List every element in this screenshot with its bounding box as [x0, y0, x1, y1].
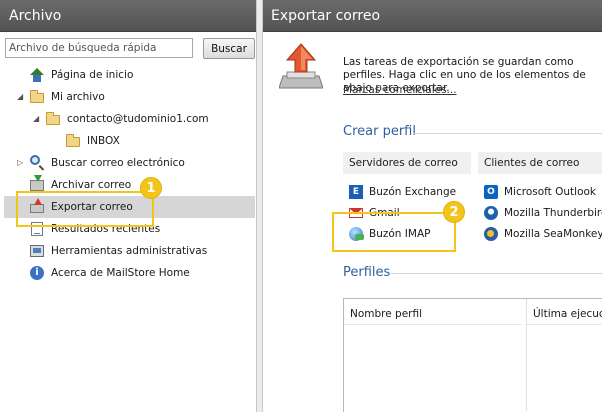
home-icon — [29, 67, 45, 83]
search-icon — [29, 155, 45, 171]
tools-icon — [29, 243, 45, 259]
option-label: Buzón Exchange — [369, 186, 457, 198]
tree-item-my-archive[interactable]: ◢ Mi archivo — [17, 86, 255, 108]
mail-servers-header: Servidores de correo — [343, 152, 471, 174]
exchange-mailbox-option[interactable]: E Buzón Exchange — [348, 182, 456, 202]
expanded-caret-icon[interactable]: ◢ — [17, 93, 29, 101]
folder-icon — [65, 133, 81, 149]
option-label: Microsoft Outlook — [504, 186, 597, 198]
seamonkey-icon — [483, 226, 499, 242]
profiles-title: Perfiles — [343, 265, 391, 280]
export-pane-title: Exportar correo — [263, 0, 602, 32]
tree-item-label: Archivar correo — [51, 179, 132, 191]
seamonkey-option[interactable]: Mozilla SeaMonkey — [483, 224, 602, 244]
exchange-icon: E — [348, 184, 364, 200]
collapsed-caret-icon[interactable]: ▷ — [17, 159, 29, 167]
folder-icon — [29, 89, 45, 105]
mail-clients-header: Clientes de correo — [478, 152, 602, 174]
column-header-last-run[interactable]: Última ejecución — [527, 299, 602, 325]
tree-item-label: INBOX — [87, 135, 120, 147]
callout-badge-1: 1 — [140, 177, 162, 199]
expanded-caret-icon[interactable]: ◢ — [33, 115, 45, 123]
section-divider — [413, 133, 602, 134]
search-button[interactable]: Buscar — [203, 38, 255, 59]
callout-box-1 — [16, 191, 154, 227]
about-icon: i — [29, 265, 45, 281]
outlook-option[interactable]: O Microsoft Outlook — [483, 182, 596, 202]
profiles-table[interactable]: Nombre perfil Última ejecución — [343, 298, 602, 412]
tree-item-label: Mi archivo — [51, 91, 105, 103]
option-label: Mozilla Thunderbird — [504, 207, 602, 219]
section-divider — [391, 273, 602, 274]
archive-pane: Archivo Buscar Página de inicio ◢ Mi arc… — [0, 0, 257, 412]
trademarks-link[interactable]: Marcas comerciales... — [343, 84, 457, 96]
tree-item-account[interactable]: ◢ contacto@tudominio1.com — [33, 108, 255, 130]
callout-badge-2: 2 — [443, 201, 465, 223]
tree-item-label: Acerca de MailStore Home — [51, 267, 190, 279]
option-label: Mozilla SeaMonkey — [504, 228, 602, 240]
tree-item-about[interactable]: i Acerca de MailStore Home — [29, 262, 255, 284]
folder-icon — [45, 111, 61, 127]
tree-item-search-email[interactable]: ▷ Buscar correo electrónico — [17, 152, 255, 174]
callout-box-2 — [332, 212, 456, 252]
column-header-profile-name[interactable]: Nombre perfil — [344, 299, 522, 325]
tree-item-label: contacto@tudominio1.com — [67, 113, 209, 125]
create-profile-title: Crear perfil — [343, 124, 416, 139]
export-mail-hero-icon — [279, 43, 323, 89]
tree-item-label: Herramientas administrativas — [51, 245, 208, 257]
tree-item-label: Página de inicio — [51, 69, 134, 81]
outlook-icon: O — [483, 184, 499, 200]
thunderbird-option[interactable]: Mozilla Thunderbird — [483, 203, 602, 223]
export-pane: Exportar correo Las tareas de exportació… — [262, 0, 602, 412]
tree-item-home[interactable]: Página de inicio — [29, 64, 255, 86]
quick-search-input[interactable] — [5, 38, 193, 58]
tree-item-inbox[interactable]: INBOX — [65, 130, 255, 152]
thunderbird-icon — [483, 205, 499, 221]
tree-item-admin-tools[interactable]: Herramientas administrativas — [29, 240, 255, 262]
tree-item-label: Buscar correo electrónico — [51, 157, 185, 169]
archive-pane-title: Archivo — [0, 0, 256, 32]
quick-search-bar: Buscar — [5, 38, 255, 60]
